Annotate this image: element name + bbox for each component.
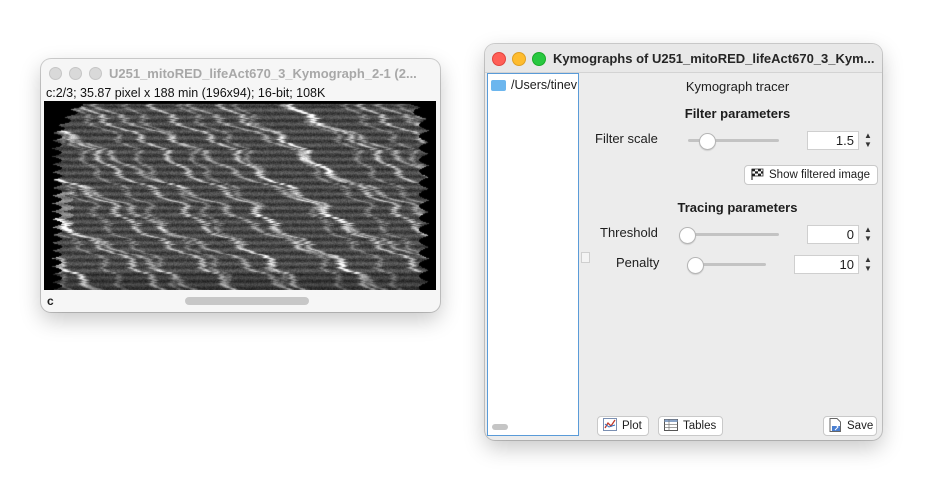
channel-slider-label: c [47, 294, 54, 308]
kymograph-image-window: U251_mitoRED_lifeAct670_3_Kymograph_2-1 … [41, 59, 440, 312]
penalty-slider-knob[interactable] [687, 257, 704, 274]
file-tree-panel[interactable]: /Users/tinev [487, 73, 579, 436]
show-filtered-image-button[interactable]: Show filtered image [744, 165, 878, 185]
tables-button[interactable]: Tables [658, 416, 723, 436]
chart-icon [603, 418, 617, 434]
plot-label: Plot [622, 420, 642, 432]
table-icon [664, 418, 678, 434]
penalty-stepper[interactable]: ▲ ▼ [863, 255, 873, 275]
tree-item-label: /Users/tinev [511, 78, 577, 92]
filter-scale-slider-knob[interactable] [699, 133, 716, 150]
filter-scale-field[interactable]: 1.5 [807, 131, 859, 150]
save-button[interactable]: Save [823, 416, 877, 436]
zoom-window-button[interactable] [532, 52, 546, 66]
tree-item-folder[interactable]: /Users/tinev [491, 78, 577, 92]
kymograph-image[interactable] [44, 101, 436, 290]
panel-heading: Kymograph tracer [685, 79, 790, 94]
filter-scale-stepper[interactable]: ▲ ▼ [863, 131, 873, 151]
tree-horizontal-scrollbar[interactable] [492, 424, 508, 430]
image-window-title: U251_mitoRED_lifeAct670_3_Kymograph_2-1 … [109, 66, 417, 81]
minimize-window-button[interactable] [512, 52, 526, 66]
penalty-label: Penalty [616, 255, 660, 270]
tracer-window-titlebar[interactable]: Kymographs of U251_mitoRED_lifeAct670_3_… [485, 44, 882, 73]
tables-label: Tables [683, 420, 717, 432]
minimize-window-button[interactable] [69, 67, 82, 80]
tracing-parameters-heading: Tracing parameters [677, 200, 798, 215]
filter-scale-label: Filter scale [595, 131, 658, 146]
folder-icon [491, 79, 506, 91]
tracer-window-title: Kymographs of U251_mitoRED_lifeAct670_3_… [553, 51, 875, 66]
zoom-window-button[interactable] [89, 67, 102, 80]
threshold-label: Threshold [600, 225, 658, 240]
plot-button[interactable]: Plot [597, 416, 649, 436]
image-info-text: c:2/3; 35.87 pixel x 188 min (196x94); 1… [46, 86, 326, 100]
checkered-flag-icon [750, 168, 764, 183]
threshold-stepper[interactable]: ▲ ▼ [863, 225, 873, 245]
save-label: Save [847, 420, 874, 432]
save-document-icon [829, 417, 842, 435]
show-filtered-image-label: Show filtered image [769, 169, 870, 181]
image-window-titlebar[interactable]: U251_mitoRED_lifeAct670_3_Kymograph_2-1 … [41, 59, 440, 87]
threshold-field[interactable]: 0 [807, 225, 859, 244]
channel-scrollbar[interactable] [185, 297, 309, 305]
penalty-field[interactable]: 10 [794, 255, 859, 274]
split-pane-divider[interactable] [581, 252, 590, 263]
threshold-slider-knob[interactable] [679, 227, 696, 244]
filter-parameters-heading: Filter parameters [684, 106, 791, 121]
close-window-button[interactable] [492, 52, 506, 66]
kymograph-tracer-window: Kymographs of U251_mitoRED_lifeAct670_3_… [485, 44, 882, 440]
close-window-button[interactable] [49, 67, 62, 80]
